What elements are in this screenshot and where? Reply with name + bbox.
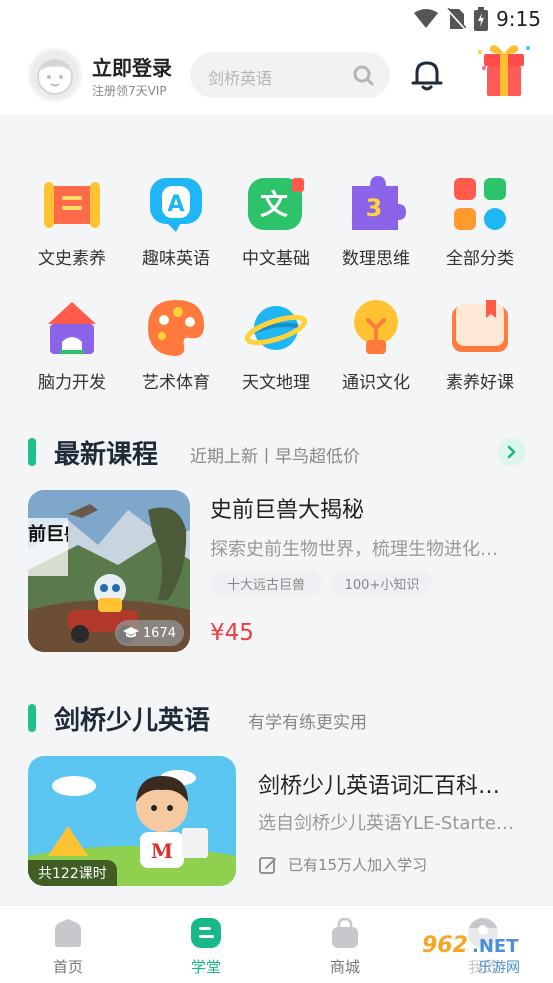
- learner-count-badge: 1674: [114, 620, 184, 646]
- learner-count: 1674: [142, 625, 176, 641]
- category-label: 脑力开发: [38, 373, 106, 393]
- status-time: 9:15: [496, 7, 541, 31]
- svg-text:962: 962: [422, 933, 468, 958]
- grid-dots-icon: [454, 178, 506, 230]
- course-title[interactable]: 史前巨兽大揭秘: [210, 492, 364, 524]
- house-blocks-icon: [48, 302, 96, 354]
- graduation-cap-icon: [122, 627, 139, 638]
- course-tag: 100+小知识: [332, 570, 432, 596]
- nav-item-home[interactable]: 首页: [28, 916, 108, 977]
- category-item[interactable]: 文 中文基础: [226, 172, 326, 269]
- search-icon[interactable]: [352, 64, 374, 86]
- section-subtitle: 近期上新丨早鸟超低价: [190, 447, 360, 467]
- book-bookmark-icon: [452, 300, 508, 352]
- gift-icon[interactable]: [472, 38, 536, 102]
- classroom-icon: [191, 918, 221, 948]
- planet-icon: [244, 306, 308, 350]
- default-avatar-icon: [37, 59, 73, 95]
- watermark-logo: 962 .NET 乐游网: [414, 928, 546, 976]
- category-item[interactable]: 全部分类: [430, 172, 530, 269]
- more-button[interactable]: [497, 438, 525, 466]
- category-label: 数理思维: [342, 249, 410, 269]
- edit-note-icon: [259, 856, 276, 874]
- category-label: 素养好课: [446, 373, 514, 393]
- section-accent-bar: [28, 704, 36, 732]
- join-info: 已有15万人加入学习: [258, 854, 427, 875]
- category-label: 天文地理: [242, 373, 310, 393]
- category-item[interactable]: 艺术体育: [126, 296, 226, 393]
- puzzle-three-icon: 3: [352, 176, 406, 230]
- battery-charging-icon: [474, 7, 489, 31]
- chinese-character-icon: 文: [248, 178, 304, 230]
- category-item[interactable]: 天文地理: [226, 296, 326, 393]
- svg-text:A: A: [167, 192, 184, 217]
- section-title: 剑桥少儿英语: [54, 706, 211, 736]
- status-icons: 9:15: [414, 6, 541, 32]
- scroll-icon: [44, 182, 100, 228]
- avatar[interactable]: [28, 48, 82, 102]
- no-sim-icon: [446, 8, 467, 30]
- nav-item-classroom[interactable]: 学堂: [166, 916, 246, 977]
- category-item[interactable]: 脑力开发: [22, 296, 122, 393]
- nav-item-mall[interactable]: 商城: [305, 916, 385, 977]
- bell-icon[interactable]: [408, 56, 446, 94]
- category-item[interactable]: 文史素养: [22, 172, 122, 269]
- chevron-right-icon: [507, 445, 516, 459]
- svg-text:.NET: .NET: [472, 936, 519, 957]
- svg-text:文: 文: [260, 188, 288, 221]
- category-item[interactable]: A 趣味英语: [126, 172, 226, 269]
- thumbnail-caption: 前巨兽大揭秘: [28, 524, 68, 545]
- search-input[interactable]: 剑桥英语: [190, 52, 390, 98]
- home-icon: [55, 919, 81, 947]
- course-description: 选自剑桥少儿英语YLE-Starte…: [258, 813, 514, 834]
- nav-label: 学堂: [190, 958, 221, 976]
- section-header-cambridge: 剑桥少儿英语 有学有练更实用: [0, 698, 553, 738]
- section-accent-bar: [28, 438, 36, 466]
- header: 立即登录 注册领7天VIP 剑桥英语: [0, 38, 553, 114]
- course-description: 探索史前生物世界，梳理生物进化…: [210, 539, 498, 560]
- login-subtitle: 注册领7天VIP: [92, 84, 167, 98]
- svg-text:3: 3: [366, 194, 383, 222]
- category-label: 趣味英语: [142, 249, 210, 269]
- course-price: ¥45: [210, 620, 254, 646]
- lightbulb-icon: [354, 300, 398, 354]
- section-header-new: 最新课程 近期上新丨早鸟超低价: [0, 432, 553, 472]
- course-thumbnail[interactable]: 前巨兽大揭秘 1674: [28, 490, 190, 652]
- lesson-count-badge: 共122课时: [28, 860, 117, 886]
- course-tag: 十大远古巨兽: [210, 570, 322, 596]
- login-title[interactable]: 立即登录: [92, 52, 172, 81]
- category-label: 通识文化: [342, 373, 410, 393]
- shopping-bag-icon: [332, 917, 358, 948]
- section-title: 最新课程: [54, 440, 159, 470]
- course-thumbnail[interactable]: M 共122课时: [28, 756, 236, 886]
- category-label: 艺术体育: [142, 373, 210, 393]
- nav-label: 商城: [329, 958, 360, 976]
- search-placeholder: 剑桥英语: [208, 69, 273, 88]
- category-item[interactable]: 素养好课: [430, 296, 530, 393]
- section-subtitle: 有学有练更实用: [248, 713, 367, 733]
- palette-icon: [148, 300, 204, 356]
- category-item[interactable]: 3 数理思维: [326, 172, 426, 269]
- course-title[interactable]: 剑桥少儿英语词汇百科…: [258, 768, 528, 800]
- category-label: 文史素养: [38, 249, 106, 269]
- svg-text:乐游网: 乐游网: [478, 960, 520, 976]
- status-bar: 9:15: [0, 0, 553, 38]
- category-item[interactable]: 通识文化: [326, 296, 426, 393]
- nav-label: 首页: [52, 958, 83, 976]
- category-label: 全部分类: [446, 249, 514, 269]
- join-text: 已有15万人加入学习: [288, 856, 428, 874]
- letter-a-icon: A: [150, 178, 202, 232]
- category-label: 中文基础: [242, 249, 310, 269]
- wifi-icon: [414, 9, 439, 28]
- svg-text:M: M: [151, 839, 173, 863]
